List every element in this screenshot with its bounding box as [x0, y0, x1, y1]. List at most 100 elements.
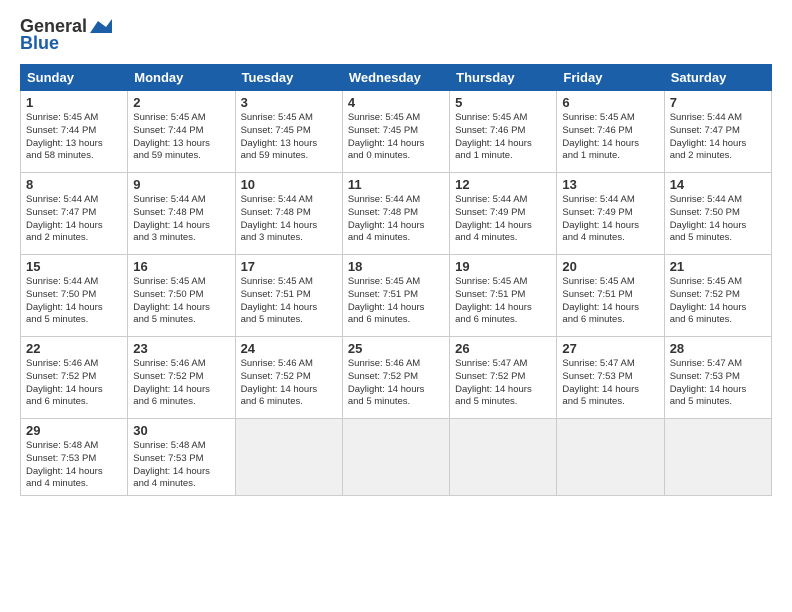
day-number: 13	[562, 177, 658, 192]
cell-info: Sunrise: 5:45 AMSunset: 7:50 PMDaylight:…	[133, 276, 229, 327]
day-number: 11	[348, 177, 444, 192]
cell-info: Sunrise: 5:45 AMSunset: 7:51 PMDaylight:…	[455, 276, 551, 327]
calendar-cell	[557, 419, 664, 496]
day-number: 19	[455, 259, 551, 274]
day-number: 12	[455, 177, 551, 192]
calendar-cell: 4 Sunrise: 5:45 AMSunset: 7:45 PMDaylight…	[342, 91, 449, 173]
calendar-cell: 20Sunrise: 5:45 AMSunset: 7:51 PMDayligh…	[557, 255, 664, 337]
week-row-1: 1 Sunrise: 5:45 AMSunset: 7:44 PMDaylight…	[21, 91, 772, 173]
cell-info: Sunrise: 5:46 AMSunset: 7:52 PMDaylight:…	[26, 358, 122, 409]
calendar-cell: 2 Sunrise: 5:45 AMSunset: 7:44 PMDaylight…	[128, 91, 235, 173]
day-number: 6	[562, 95, 658, 110]
week-row-3: 15 Sunrise: 5:44 AMSunset: 7:50 PMDayligh…	[21, 255, 772, 337]
cell-info: Sunrise: 5:44 AMSunset: 7:47 PMDaylight:…	[670, 112, 766, 163]
calendar-cell: 29Sunrise: 5:48 AMSunset: 7:53 PMDayligh…	[21, 419, 128, 496]
day-header-monday: Monday	[128, 65, 235, 91]
cell-info: Sunrise: 5:45 AMSunset: 7:45 PMDaylight:…	[241, 112, 337, 163]
calendar-cell: 22 Sunrise: 5:46 AMSunset: 7:52 PMDayligh…	[21, 337, 128, 419]
week-row-2: 8 Sunrise: 5:44 AMSunset: 7:47 PMDaylight…	[21, 173, 772, 255]
day-number: 26	[455, 341, 551, 356]
calendar-cell: 10 Sunrise: 5:44 AMSunset: 7:48 PMDayligh…	[235, 173, 342, 255]
day-number: 22	[26, 341, 122, 356]
calendar-cell: 18 Sunrise: 5:45 AMSunset: 7:51 PMDayligh…	[342, 255, 449, 337]
logo: General Blue	[20, 16, 112, 54]
calendar-cell: 15 Sunrise: 5:44 AMSunset: 7:50 PMDayligh…	[21, 255, 128, 337]
calendar-cell	[450, 419, 557, 496]
cell-info: Sunrise: 5:44 AMSunset: 7:49 PMDaylight:…	[455, 194, 551, 245]
day-header-saturday: Saturday	[664, 65, 771, 91]
logo-icon	[90, 19, 112, 35]
calendar-cell: 9 Sunrise: 5:44 AMSunset: 7:48 PMDaylight…	[128, 173, 235, 255]
cell-info: Sunrise: 5:44 AMSunset: 7:48 PMDaylight:…	[348, 194, 444, 245]
day-number: 25	[348, 341, 444, 356]
cell-info: Sunrise: 5:48 AMSunset: 7:53 PMDaylight:…	[133, 440, 229, 491]
calendar-cell: 26 Sunrise: 5:47 AMSunset: 7:52 PMDayligh…	[450, 337, 557, 419]
day-number: 3	[241, 95, 337, 110]
calendar-cell: 23Sunrise: 5:46 AMSunset: 7:52 PMDayligh…	[128, 337, 235, 419]
calendar-cell	[235, 419, 342, 496]
logo-blue-text: Blue	[20, 33, 59, 54]
calendar-cell: 24Sunrise: 5:46 AMSunset: 7:52 PMDayligh…	[235, 337, 342, 419]
day-number: 15	[26, 259, 122, 274]
calendar-header-row: SundayMondayTuesdayWednesdayThursdayFrid…	[21, 65, 772, 91]
day-number: 5	[455, 95, 551, 110]
cell-info: Sunrise: 5:46 AMSunset: 7:52 PMDaylight:…	[133, 358, 229, 409]
day-header-friday: Friday	[557, 65, 664, 91]
day-number: 28	[670, 341, 766, 356]
cell-info: Sunrise: 5:45 AMSunset: 7:46 PMDaylight:…	[455, 112, 551, 163]
calendar-cell: 30 Sunrise: 5:48 AMSunset: 7:53 PMDayligh…	[128, 419, 235, 496]
day-header-sunday: Sunday	[21, 65, 128, 91]
cell-info: Sunrise: 5:45 AMSunset: 7:46 PMDaylight:…	[562, 112, 658, 163]
day-number: 1	[26, 95, 122, 110]
day-number: 20	[562, 259, 658, 274]
calendar-cell: 28 Sunrise: 5:47 AMSunset: 7:53 PMDayligh…	[664, 337, 771, 419]
calendar-cell: 12 Sunrise: 5:44 AMSunset: 7:49 PMDayligh…	[450, 173, 557, 255]
week-row-5: 29Sunrise: 5:48 AMSunset: 7:53 PMDayligh…	[21, 419, 772, 496]
cell-info: Sunrise: 5:47 AMSunset: 7:52 PMDaylight:…	[455, 358, 551, 409]
calendar-cell: 3 Sunrise: 5:45 AMSunset: 7:45 PMDaylight…	[235, 91, 342, 173]
cell-info: Sunrise: 5:45 AMSunset: 7:45 PMDaylight:…	[348, 112, 444, 163]
calendar-cell: 13 Sunrise: 5:44 AMSunset: 7:49 PMDayligh…	[557, 173, 664, 255]
page: General Blue SundayMondayTuesdayWednesda…	[0, 0, 792, 612]
cell-info: Sunrise: 5:45 AMSunset: 7:51 PMDaylight:…	[241, 276, 337, 327]
cell-info: Sunrise: 5:45 AMSunset: 7:52 PMDaylight:…	[670, 276, 766, 327]
day-number: 7	[670, 95, 766, 110]
day-number: 2	[133, 95, 229, 110]
day-number: 18	[348, 259, 444, 274]
day-number: 4	[348, 95, 444, 110]
day-number: 16	[133, 259, 229, 274]
day-number: 10	[241, 177, 337, 192]
cell-info: Sunrise: 5:44 AMSunset: 7:50 PMDaylight:…	[670, 194, 766, 245]
day-number: 8	[26, 177, 122, 192]
cell-info: Sunrise: 5:44 AMSunset: 7:48 PMDaylight:…	[241, 194, 337, 245]
cell-info: Sunrise: 5:45 AMSunset: 7:44 PMDaylight:…	[26, 112, 122, 163]
day-header-wednesday: Wednesday	[342, 65, 449, 91]
day-header-thursday: Thursday	[450, 65, 557, 91]
day-number: 24	[241, 341, 337, 356]
cell-info: Sunrise: 5:44 AMSunset: 7:49 PMDaylight:…	[562, 194, 658, 245]
calendar-cell: 8 Sunrise: 5:44 AMSunset: 7:47 PMDaylight…	[21, 173, 128, 255]
week-row-4: 22 Sunrise: 5:46 AMSunset: 7:52 PMDayligh…	[21, 337, 772, 419]
day-number: 30	[133, 423, 229, 438]
cell-info: Sunrise: 5:47 AMSunset: 7:53 PMDaylight:…	[670, 358, 766, 409]
calendar-cell: 27 Sunrise: 5:47 AMSunset: 7:53 PMDayligh…	[557, 337, 664, 419]
calendar-cell: 14Sunrise: 5:44 AMSunset: 7:50 PMDayligh…	[664, 173, 771, 255]
day-header-tuesday: Tuesday	[235, 65, 342, 91]
calendar-cell: 11 Sunrise: 5:44 AMSunset: 7:48 PMDayligh…	[342, 173, 449, 255]
day-number: 17	[241, 259, 337, 274]
calendar-cell: 1 Sunrise: 5:45 AMSunset: 7:44 PMDaylight…	[21, 91, 128, 173]
cell-info: Sunrise: 5:44 AMSunset: 7:50 PMDaylight:…	[26, 276, 122, 327]
calendar-cell	[664, 419, 771, 496]
calendar-cell: 25Sunrise: 5:46 AMSunset: 7:52 PMDayligh…	[342, 337, 449, 419]
cell-info: Sunrise: 5:47 AMSunset: 7:53 PMDaylight:…	[562, 358, 658, 409]
calendar-cell: 6 Sunrise: 5:45 AMSunset: 7:46 PMDaylight…	[557, 91, 664, 173]
day-number: 27	[562, 341, 658, 356]
cell-info: Sunrise: 5:45 AMSunset: 7:51 PMDaylight:…	[348, 276, 444, 327]
calendar-cell: 17 Sunrise: 5:45 AMSunset: 7:51 PMDayligh…	[235, 255, 342, 337]
cell-info: Sunrise: 5:44 AMSunset: 7:48 PMDaylight:…	[133, 194, 229, 245]
cell-info: Sunrise: 5:44 AMSunset: 7:47 PMDaylight:…	[26, 194, 122, 245]
calendar-cell: 16 Sunrise: 5:45 AMSunset: 7:50 PMDayligh…	[128, 255, 235, 337]
day-number: 9	[133, 177, 229, 192]
cell-info: Sunrise: 5:45 AMSunset: 7:44 PMDaylight:…	[133, 112, 229, 163]
cell-info: Sunrise: 5:48 AMSunset: 7:53 PMDaylight:…	[26, 440, 122, 491]
